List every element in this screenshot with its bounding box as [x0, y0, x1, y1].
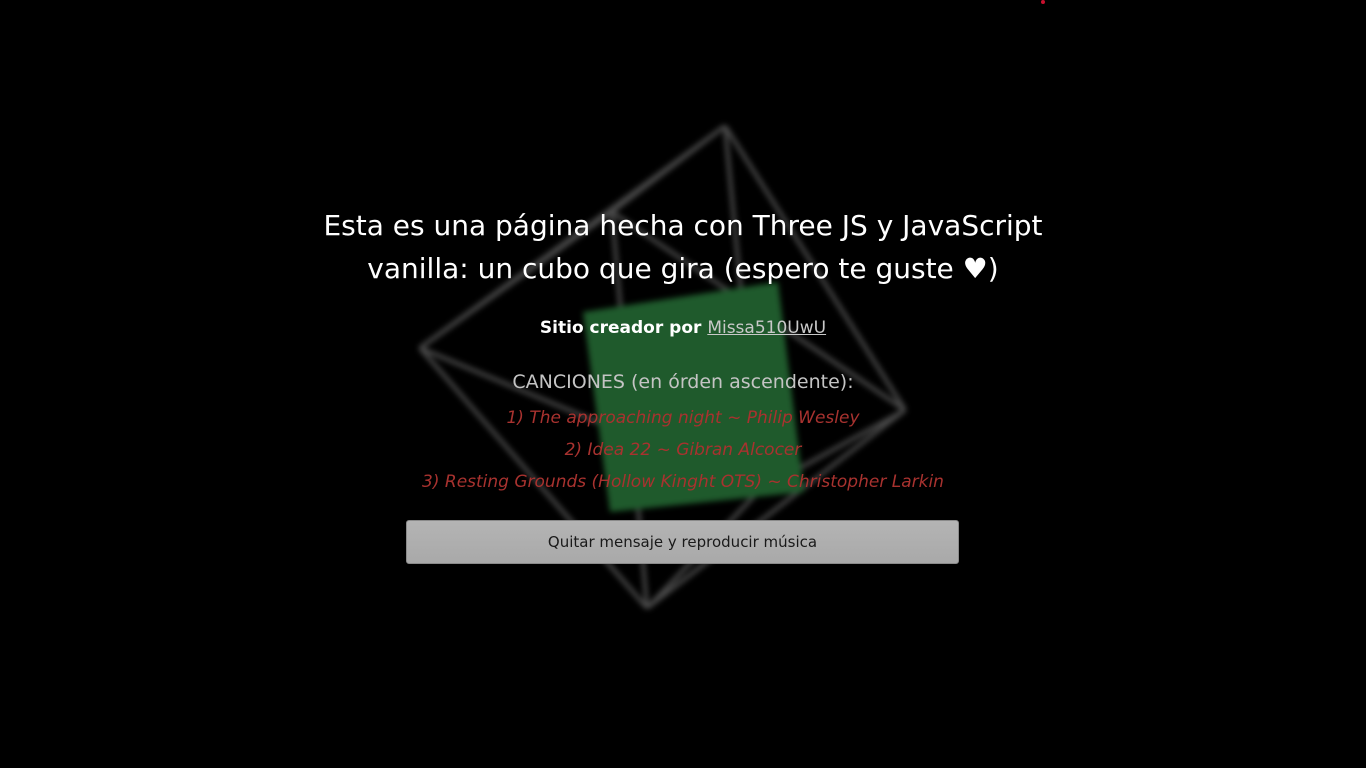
creator-credit: Sitio creador por Missa510UwU: [383, 316, 983, 340]
message-overlay: Esta es una página hecha con Three JS y …: [0, 0, 1366, 768]
creator-link[interactable]: Missa510UwU: [707, 318, 826, 338]
song-list: 1) The approaching night ~ Philip Wesley…: [333, 402, 1033, 498]
page-root: Esta es una página hecha con Three JS y …: [0, 0, 1366, 768]
dismiss-and-play-button[interactable]: Quitar mensaje y reproducir música: [406, 520, 959, 564]
song-item: 3) Resting Grounds (Hollow Kinght OTS) ~…: [422, 472, 944, 492]
song-item: 1) The approaching night ~ Philip Wesley: [506, 408, 860, 428]
song-item: 2) Idea 22 ~ Gibran Alcocer: [564, 440, 802, 460]
page-title: Esta es una página hecha con Three JS y …: [323, 209, 1043, 285]
credit-prefix: Sitio creador por: [539, 318, 708, 338]
songs-heading: CANCIONES (en órden ascendente):: [512, 371, 854, 393]
